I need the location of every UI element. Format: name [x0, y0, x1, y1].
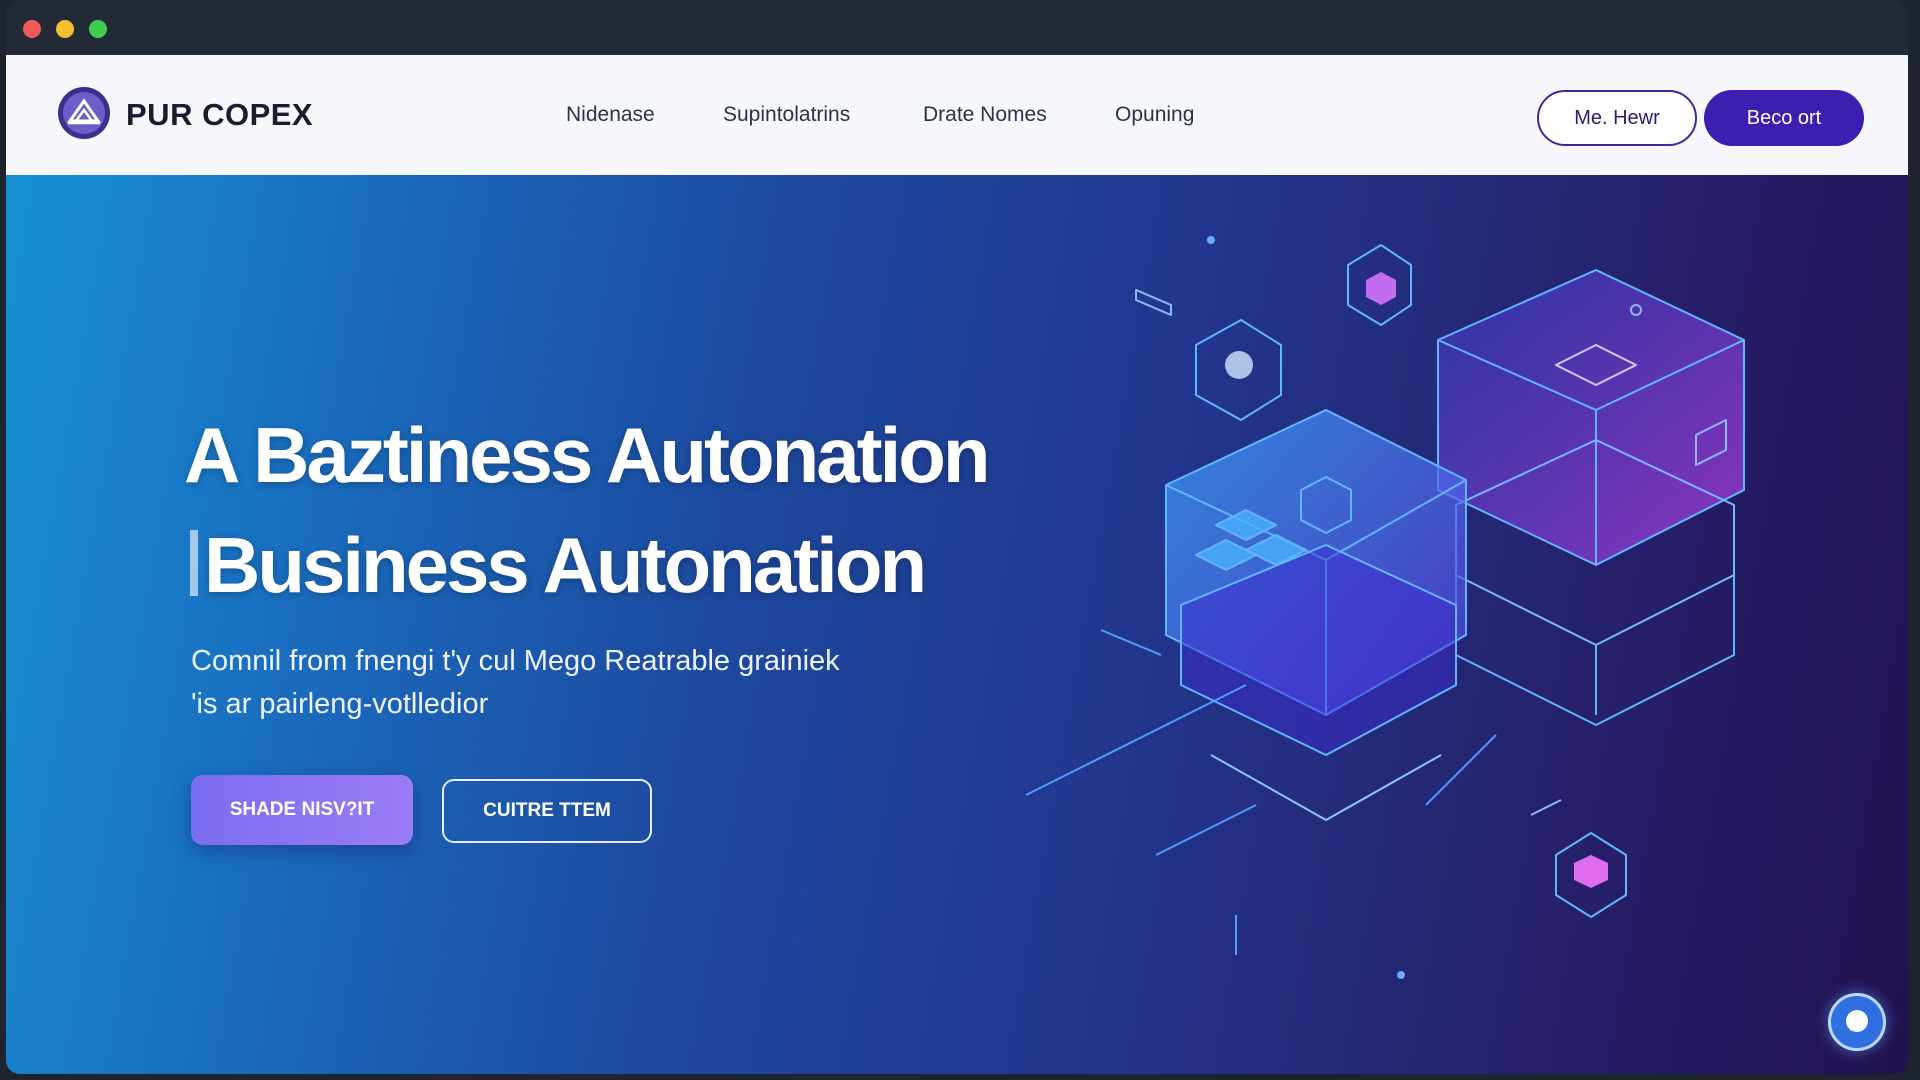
hero-subtitle-line2: 'is ar pairleng-votlledior [191, 688, 489, 720]
window-titlebar [6, 0, 1908, 55]
hero-title-line2: Business Autonation [204, 521, 927, 609]
chat-icon [1846, 1010, 1868, 1032]
top-navbar: PUR COPEX Nidenase Supintolatrins Drate … [6, 55, 1908, 175]
hero-secondary-button[interactable]: CUITRE TTEM [442, 779, 652, 843]
nav-link-drate-nomes[interactable]: Drate Nomes [923, 103, 1047, 127]
close-window-button[interactable] [23, 20, 41, 38]
hero-title-line1: A Baztiness Autonation [184, 411, 991, 499]
maximize-window-button[interactable] [89, 20, 107, 38]
logo-icon[interactable] [56, 85, 112, 141]
minimize-window-button[interactable] [56, 20, 74, 38]
nav-cta-button[interactable]: Beco ort [1704, 90, 1864, 146]
title-accent-bar [190, 530, 198, 596]
brand-name[interactable]: PUR COPEX [126, 97, 313, 133]
hero-section: A Baztiness Autonation Business Autonati… [6, 175, 1908, 1074]
hero-primary-button[interactable]: SHADE NISV?IT [191, 775, 413, 845]
nav-link-opuning[interactable]: Opuning [1115, 103, 1194, 127]
nav-outline-button[interactable]: Me. Hewr [1537, 90, 1697, 146]
browser-window: PUR COPEX Nidenase Supintolatrins Drate … [6, 0, 1908, 1074]
nav-link-supintolatrins[interactable]: Supintolatrins [723, 103, 850, 127]
isometric-server-illustration [1025, 236, 1745, 979]
nav-link-nidenase[interactable]: Nidenase [566, 103, 655, 127]
chat-button[interactable] [1828, 993, 1886, 1051]
hero-subtitle-line1: Comnil from fnengi t'y cul Mego Reatrabl… [191, 645, 840, 677]
